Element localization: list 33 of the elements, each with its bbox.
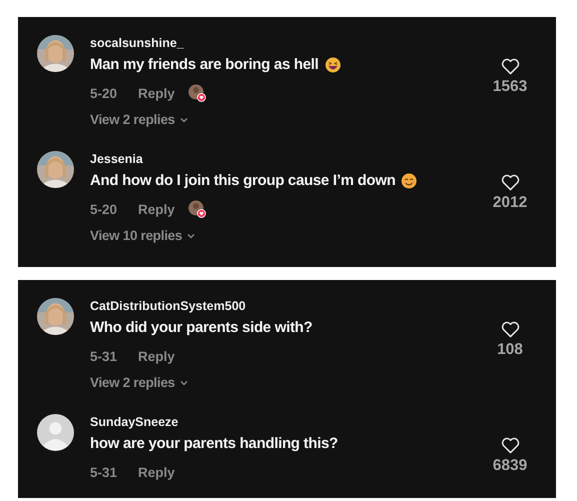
- comment-text: how are your parents handling this?: [90, 434, 338, 454]
- like-count: 1563: [492, 78, 528, 96]
- reply-link[interactable]: Reply: [138, 464, 175, 480]
- chevron-down-icon: [178, 115, 189, 125]
- heart-icon[interactable]: [500, 58, 520, 75]
- comment-text: Who did your parents side with?: [90, 318, 312, 338]
- default-avatar-icon: [37, 414, 74, 451]
- comment-date: 5-31: [90, 464, 118, 480]
- username[interactable]: CatDistributionSystem500: [90, 298, 480, 314]
- chevron-down-icon: [186, 231, 196, 241]
- heart-icon[interactable]: [500, 321, 520, 338]
- username[interactable]: socalsunshine_: [90, 35, 480, 51]
- view-replies-link[interactable]: View 2 replies: [90, 374, 189, 392]
- like-count: 2012: [492, 194, 528, 212]
- reply-link[interactable]: Reply: [138, 86, 175, 100]
- like-count: 108: [497, 341, 523, 359]
- comment-date: 5-20: [90, 86, 118, 100]
- like-count: 6839: [492, 457, 528, 475]
- chevron-down-icon: [178, 378, 189, 388]
- comment-text: Man my friends are boring as hell: [90, 55, 318, 75]
- reply-link[interactable]: Reply: [138, 348, 175, 364]
- comment-date: 5-31: [90, 348, 118, 364]
- heart-icon[interactable]: [500, 437, 520, 454]
- view-replies-link[interactable]: View 2 replies: [90, 111, 189, 129]
- heart-icon[interactable]: [500, 174, 520, 191]
- username[interactable]: Jessenia: [90, 151, 480, 167]
- comment-text: And how do I join this group cause I’m down: [90, 171, 396, 191]
- laughing-emoji-icon: [324, 57, 340, 73]
- comment-date: 5-20: [90, 202, 118, 216]
- view-replies-link[interactable]: View 10 replies: [90, 227, 196, 245]
- reply-link[interactable]: Reply: [138, 202, 175, 216]
- smiling-emoji-icon: [401, 173, 418, 189]
- username[interactable]: SundaySneeze: [90, 414, 480, 430]
